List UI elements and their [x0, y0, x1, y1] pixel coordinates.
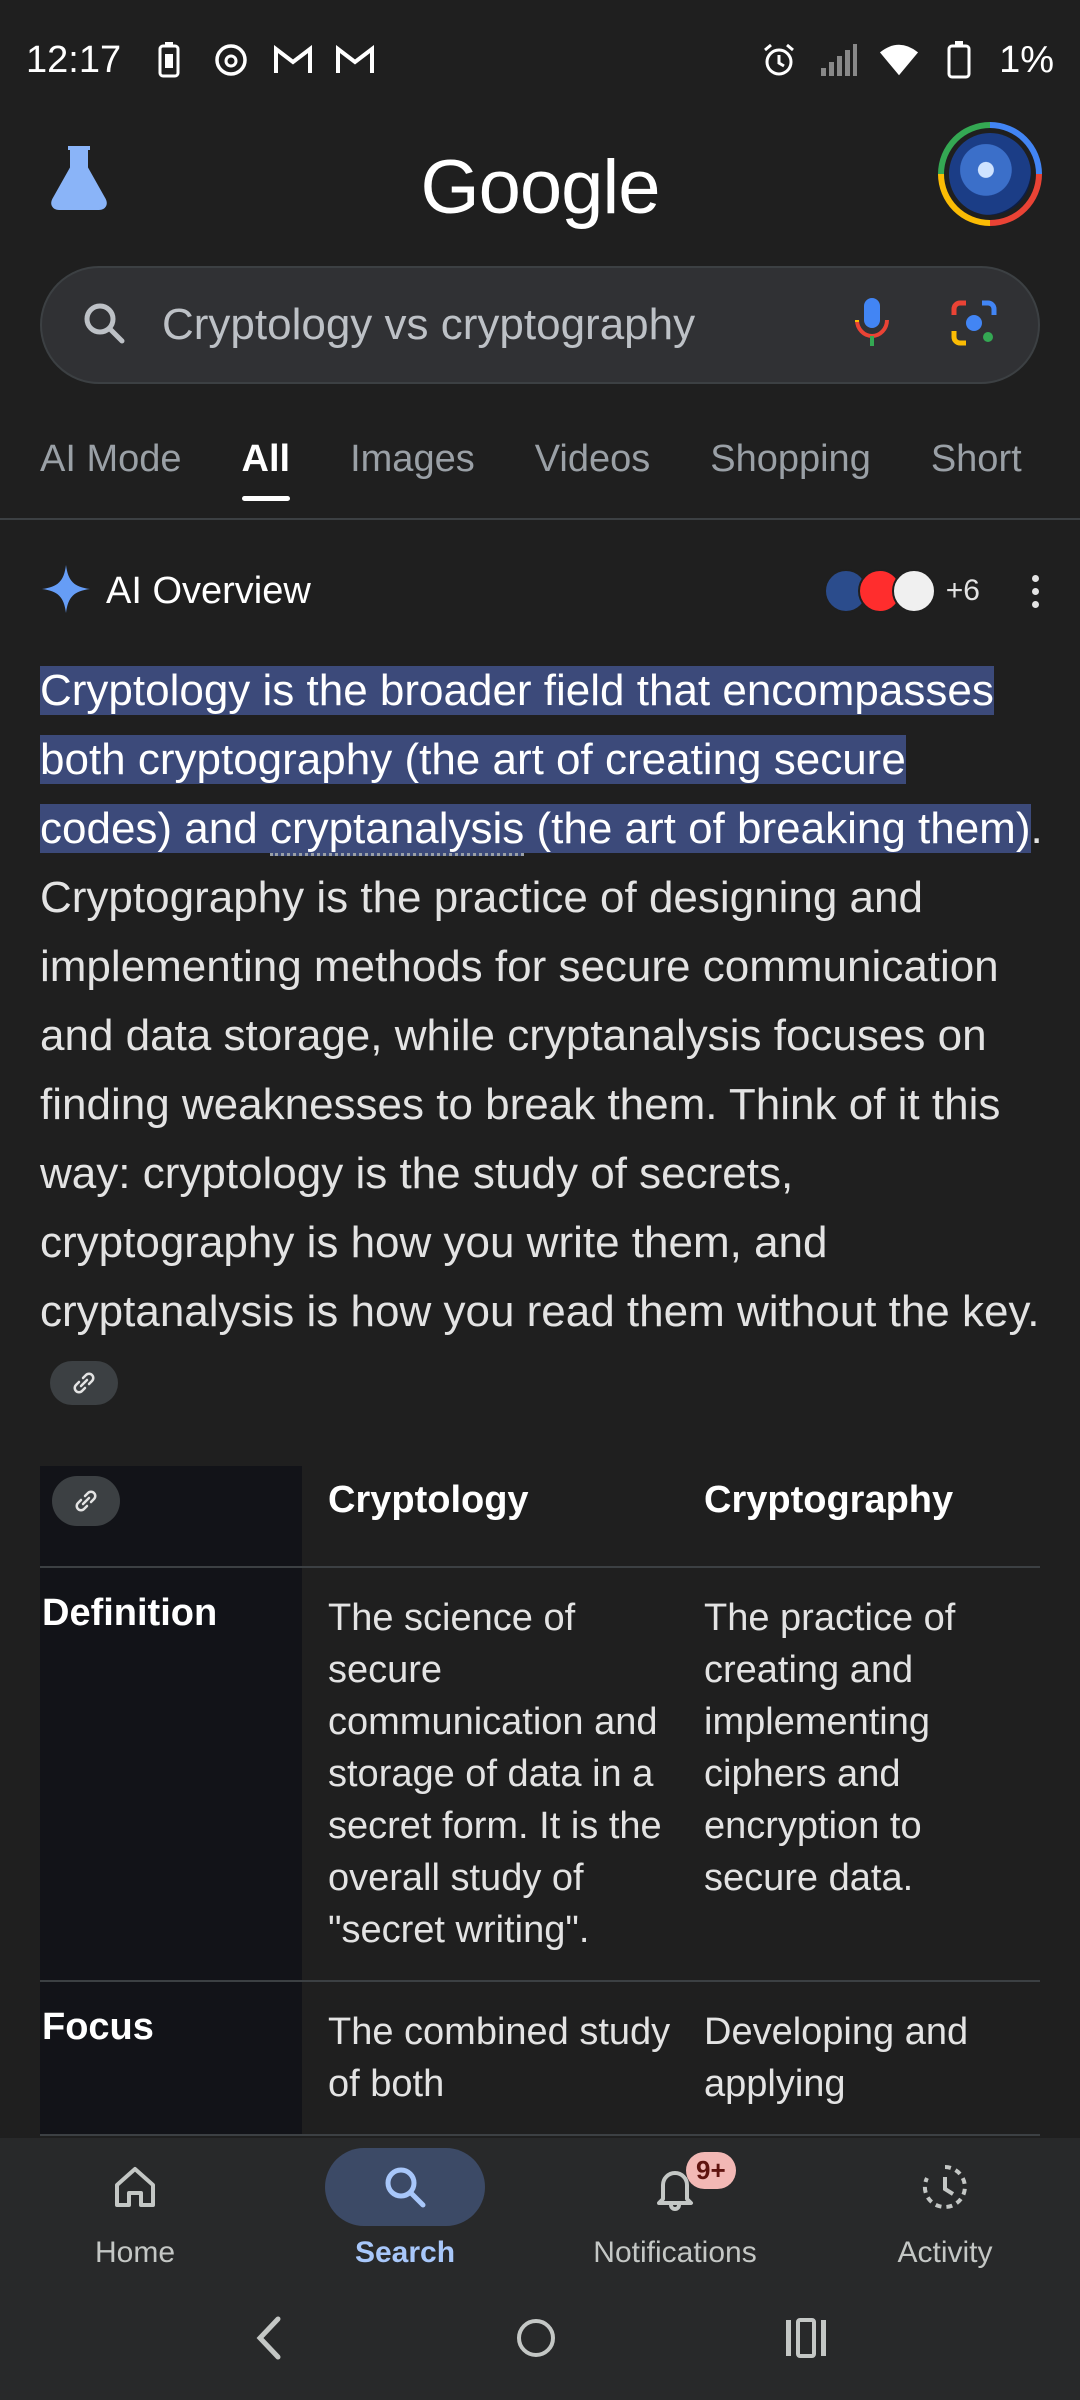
bottom-navigation: Home Search 9+ Notifications Activity: [0, 2138, 1080, 2280]
tab-all[interactable]: All: [241, 438, 290, 501]
more-options-icon[interactable]: [1030, 574, 1040, 608]
system-navigation-bar: [0, 2280, 1080, 2400]
table-row: Focus The combined study of both Develop…: [40, 1982, 1040, 2136]
tab-ai-mode[interactable]: AI Mode: [40, 438, 182, 491]
google-logo[interactable]: Google: [0, 144, 1080, 231]
status-time: 12:17: [26, 38, 122, 81]
microphone-icon[interactable]: [854, 296, 890, 355]
home-circle-icon[interactable]: [511, 2313, 561, 2368]
search-tabs: AI Mode All Images Videos Shopping Short: [0, 410, 1080, 520]
table-header-cryptology: Cryptology: [328, 1479, 529, 1521]
header: Google: [0, 120, 1080, 260]
alarm-icon: [759, 40, 799, 80]
nav-activity[interactable]: Activity: [810, 2138, 1080, 2280]
source-favicon-icon: [891, 569, 936, 613]
ai-overview-header: AI Overview +6: [40, 556, 1040, 626]
overview-body: . Cryptography is the practice of design…: [40, 804, 1043, 1336]
citation-link-icon[interactable]: [50, 1361, 118, 1406]
table-cell: Developing and applying: [704, 2011, 969, 2105]
battery-percent: 1%: [999, 38, 1054, 81]
battery-icon: [939, 40, 979, 80]
nav-home-label: Home: [94, 2236, 176, 2269]
avatar[interactable]: [938, 122, 1042, 226]
status-right-icons: 1%: [759, 39, 1054, 82]
search-icon: [385, 2167, 426, 2208]
nav-notifications-label: Notifications: [593, 2236, 757, 2269]
highlighted-summary-end: (the art of breaking them): [524, 804, 1031, 853]
table-row: Definition The science of secure communi…: [40, 1568, 1040, 1982]
tab-shopping[interactable]: Shopping: [710, 438, 871, 491]
nav-home[interactable]: Home: [0, 2138, 270, 2280]
battery-saver-icon: [149, 40, 189, 80]
sparkle-icon: [40, 563, 92, 620]
more-sources-count: +6: [945, 574, 980, 607]
cryptanalysis-term-link[interactable]: cryptanalysis: [269, 804, 525, 856]
ai-overview-text: Cryptology is the broader field that enc…: [40, 656, 1050, 1415]
table-corner: [40, 1466, 302, 1566]
activity-icon: [922, 2165, 967, 2209]
table-cell: The combined study of both: [328, 2011, 671, 2105]
ai-overview-title: AI Overview: [106, 569, 311, 612]
search-query[interactable]: Cryptology vs cryptography: [162, 300, 854, 350]
tab-short[interactable]: Short: [931, 438, 1022, 491]
gmail-icon: [335, 40, 375, 80]
nav-activity-label: Activity: [897, 2236, 993, 2269]
back-icon[interactable]: [250, 2313, 290, 2368]
table-header-cryptography: Cryptography: [704, 1479, 954, 1521]
tab-videos[interactable]: Videos: [535, 438, 651, 491]
search-icon: [82, 301, 126, 350]
source-favicons[interactable]: +6: [823, 569, 1030, 613]
nav-notifications[interactable]: 9+ Notifications: [540, 2138, 810, 2280]
nav-search[interactable]: Search: [270, 2138, 540, 2280]
table-header-row: Cryptology Cryptography: [40, 1466, 1040, 1568]
tab-images[interactable]: Images: [350, 438, 475, 491]
threads-icon: [211, 40, 251, 80]
nav-search-label: Search: [354, 2236, 456, 2269]
table-cell: The practice of creating and implementin…: [704, 1597, 956, 1899]
lens-icon[interactable]: [950, 299, 998, 352]
status-bar: 12:17 1%: [0, 0, 1080, 120]
wifi-icon: [879, 40, 919, 80]
recents-icon[interactable]: [782, 2316, 830, 2365]
notification-badge: 9+: [686, 2152, 736, 2189]
gmail-icon: [273, 40, 313, 80]
search-input[interactable]: Cryptology vs cryptography: [40, 266, 1040, 384]
row-label-definition: Definition: [40, 1568, 302, 1980]
status-left-icons: [149, 40, 375, 80]
comparison-table: Cryptology Cryptography Definition The s…: [40, 1466, 1040, 2136]
table-cell: The science of secure communication and …: [328, 1597, 662, 1951]
row-label-focus: Focus: [40, 1982, 302, 2134]
signal-icon: [819, 40, 859, 80]
home-icon: [115, 2167, 155, 2207]
citation-link-icon[interactable]: [52, 1476, 120, 1526]
